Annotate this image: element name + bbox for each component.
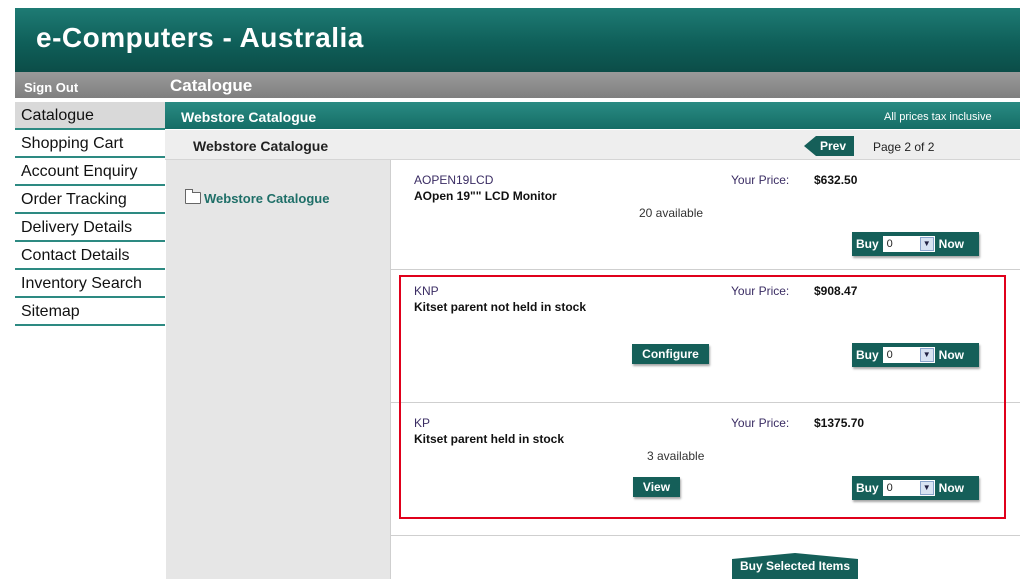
quantity-select[interactable]: 0 ▼ xyxy=(882,236,935,252)
page-indicator: Page 2 of 2 xyxy=(873,140,935,154)
buy-now-control: Buy 0 ▼ Now xyxy=(852,232,979,256)
sidebar-item-sitemap[interactable]: Sitemap xyxy=(15,298,165,326)
product-divider xyxy=(391,269,1020,270)
buy-label: Buy xyxy=(856,237,879,251)
product-name: AOpen 19"" LCD Monitor xyxy=(414,189,557,203)
category-tree-panel xyxy=(166,160,391,579)
highlight-box xyxy=(399,275,1006,519)
product-code[interactable]: AOPEN19LCD xyxy=(414,173,493,187)
buy-now-button[interactable]: Now xyxy=(939,237,964,251)
sidebar-item-contact-details[interactable]: Contact Details xyxy=(15,242,165,270)
sidebar-menu: Catalogue Shopping Cart Account Enquiry … xyxy=(15,102,165,326)
product-availability: 20 available xyxy=(639,206,704,220)
sidebar-item-account-enquiry[interactable]: Account Enquiry xyxy=(15,158,165,186)
tax-note: All prices tax inclusive xyxy=(884,111,992,123)
folder-icon xyxy=(185,189,201,204)
sidebar-item-inventory-search[interactable]: Inventory Search xyxy=(15,270,165,298)
sidebar-item-shopping-cart[interactable]: Shopping Cart xyxy=(15,130,165,158)
chevron-down-icon[interactable]: ▼ xyxy=(919,237,934,251)
sidebar-item-catalogue[interactable]: Catalogue xyxy=(15,102,165,130)
tree-item-webstore-catalogue[interactable]: Webstore Catalogue xyxy=(185,189,330,206)
catalogue-subtitle: Webstore Catalogue xyxy=(193,138,329,154)
price-label: Your Price: xyxy=(731,173,790,187)
site-title: e-Computers - Australia xyxy=(36,22,364,53)
sidebar-item-order-tracking[interactable]: Order Tracking xyxy=(15,186,165,214)
page-breadcrumb: Catalogue xyxy=(170,76,253,95)
product-divider xyxy=(391,535,1020,536)
top-nav-bar xyxy=(15,72,1020,98)
tree-item-label: Webstore Catalogue xyxy=(204,191,330,206)
sidebar-item-delivery-details[interactable]: Delivery Details xyxy=(15,214,165,242)
content-title: Webstore Catalogue xyxy=(181,109,317,125)
sign-out-link[interactable]: Sign Out xyxy=(24,80,78,95)
product-price: $632.50 xyxy=(814,173,858,187)
